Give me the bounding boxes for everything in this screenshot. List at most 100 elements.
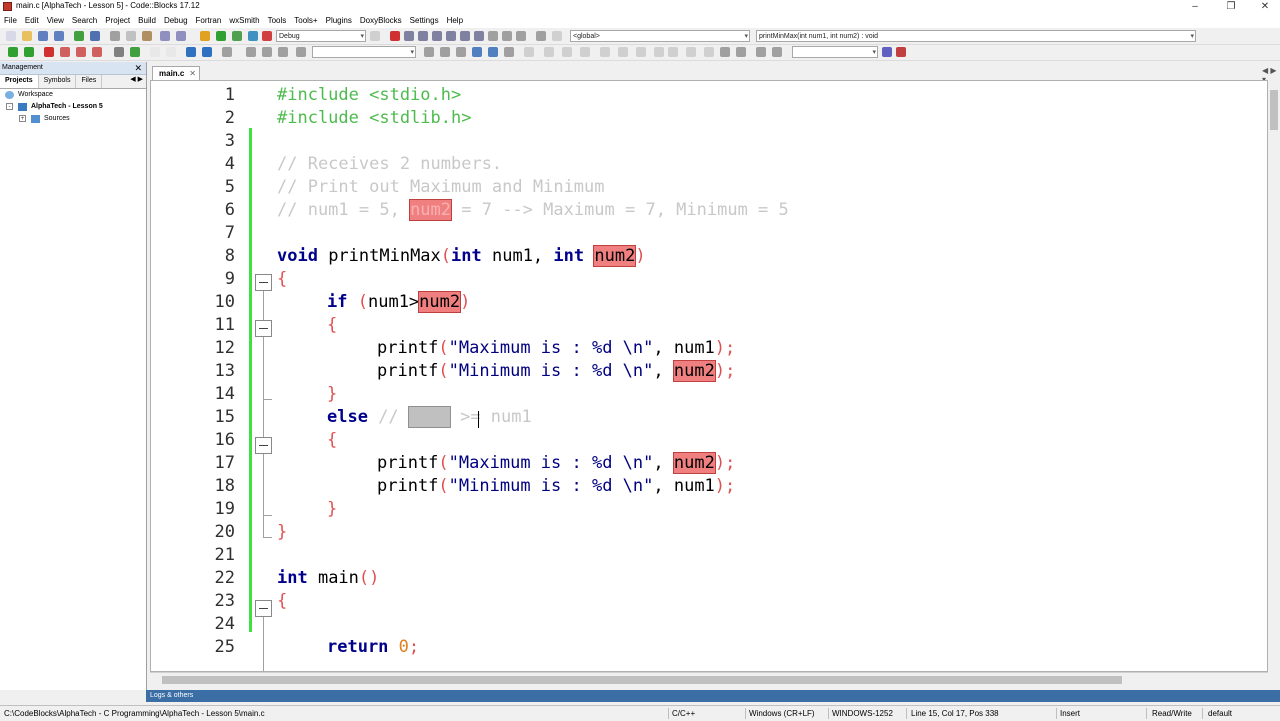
panel-f-icon[interactable] — [636, 47, 646, 57]
menu-search[interactable]: Search — [68, 14, 101, 28]
search-go-icon[interactable] — [882, 47, 892, 57]
break-debugger-icon[interactable] — [488, 31, 498, 41]
menu-view[interactable]: View — [43, 14, 68, 28]
expand-icon[interactable]: + — [19, 115, 26, 122]
jump-next-icon[interactable] — [440, 47, 450, 57]
tree-sources[interactable]: + Sources — [0, 113, 146, 125]
vertical-scrollbar[interactable] — [1268, 80, 1280, 686]
zoom-out-icon[interactable] — [736, 47, 746, 57]
debugging-windows-icon[interactable] — [516, 31, 526, 41]
panel-d-icon[interactable] — [600, 47, 610, 57]
paste-icon[interactable] — [142, 31, 152, 41]
menu-plugins[interactable]: Plugins — [322, 14, 356, 28]
menu-fortran[interactable]: Fortran — [192, 14, 226, 28]
menu-edit[interactable]: Edit — [21, 14, 43, 28]
next-line-icon[interactable] — [418, 31, 428, 41]
doxy-wizard-icon[interactable] — [186, 47, 196, 57]
tools-icon[interactable] — [896, 47, 906, 57]
collapse-icon[interactable]: - — [6, 103, 13, 110]
panel-g-icon[interactable] — [654, 47, 664, 57]
step-out-icon[interactable] — [446, 31, 456, 41]
uncomment-icon[interactable] — [166, 47, 176, 57]
tab-symbols[interactable]: Symbols — [39, 75, 77, 88]
symbol-c-icon[interactable] — [772, 47, 782, 57]
horizontal-scrollbar[interactable] — [150, 672, 1268, 687]
panel-i-icon[interactable] — [686, 47, 696, 57]
find-decl-icon[interactable] — [472, 47, 482, 57]
build-target-select[interactable]: Debug ▾ — [276, 30, 366, 42]
restore-icon[interactable]: ❐ — [1214, 0, 1248, 14]
build-and-run-icon[interactable] — [232, 31, 242, 41]
cut-icon[interactable] — [110, 31, 120, 41]
tree-project[interactable]: - AlphaTech - Lesson 5 — [0, 101, 146, 113]
show-target-dialog-icon[interactable] — [370, 31, 380, 41]
build-icon[interactable] — [200, 31, 210, 41]
back-icon[interactable] — [8, 47, 18, 57]
new-file-icon[interactable] — [6, 31, 16, 41]
menu-project[interactable]: Project — [101, 14, 134, 28]
find-impl-icon[interactable] — [488, 47, 498, 57]
editor-tab-main-c[interactable]: main.c ✕ — [152, 66, 200, 80]
jump-icon[interactable] — [456, 47, 466, 57]
next-instruction-icon[interactable] — [460, 31, 470, 41]
menu-tools-plus[interactable]: Tools+ — [290, 14, 321, 28]
next-match-icon[interactable] — [278, 47, 288, 57]
search-input[interactable]: ▾ — [312, 46, 416, 58]
rebuild-icon[interactable] — [248, 31, 258, 41]
step-into-icon[interactable] — [432, 31, 442, 41]
undo-icon[interactable] — [74, 31, 84, 41]
zoom-in-icon[interactable] — [720, 47, 730, 57]
close-icon[interactable]: ✕ — [134, 62, 142, 74]
code-editor[interactable]: 1 #include <stdio.h> 2 #include <stdlib.h>… — [150, 80, 1268, 672]
function-select[interactable]: printMinMax(int num1, int num2) : void ▾ — [756, 30, 1196, 42]
bookmark-toggle-icon[interactable] — [44, 47, 54, 57]
redo-icon[interactable] — [90, 31, 100, 41]
comment-block-icon[interactable] — [150, 47, 160, 57]
menu-debug[interactable]: Debug — [160, 14, 192, 28]
bookmark-next-icon[interactable] — [76, 47, 86, 57]
minimize-icon[interactable]: – — [1178, 0, 1212, 14]
stop-icon[interactable] — [262, 47, 272, 57]
symbol-s-icon[interactable] — [756, 47, 766, 57]
panel-j-icon[interactable] — [704, 47, 714, 57]
jump-prev-icon[interactable] — [424, 47, 434, 57]
menu-doxyblocks[interactable]: DoxyBlocks — [356, 14, 406, 28]
highlight-icon[interactable] — [114, 47, 124, 57]
stop-debugger-icon[interactable] — [502, 31, 512, 41]
scope-select[interactable]: <global> ▾ — [570, 30, 750, 42]
menu-build[interactable]: Build — [134, 14, 160, 28]
open-file-icon[interactable] — [22, 31, 32, 41]
symbol-select[interactable]: ▾ — [792, 46, 878, 58]
abort-icon[interactable] — [262, 31, 272, 41]
select-icon[interactable] — [524, 47, 534, 57]
pen-icon[interactable] — [222, 47, 232, 57]
copy-icon[interactable] — [126, 31, 136, 41]
run-to-cursor-icon[interactable] — [404, 31, 414, 41]
settings-icon[interactable] — [504, 47, 514, 57]
match-icon[interactable] — [130, 47, 140, 57]
step-into-instruction-icon[interactable] — [474, 31, 484, 41]
scrollbar-thumb[interactable] — [162, 676, 1122, 684]
menu-wxsmith[interactable]: wxSmith — [225, 14, 263, 28]
various-info-icon[interactable] — [536, 31, 546, 41]
bookmark-prev-icon[interactable] — [60, 47, 70, 57]
save-icon[interactable] — [38, 31, 48, 41]
clear-bookmarks-icon[interactable] — [92, 47, 102, 57]
debug-icon[interactable] — [390, 31, 400, 41]
tab-scroll-arrows-icon[interactable]: ◀ ▶ — [130, 75, 143, 83]
replace-icon[interactable] — [176, 31, 186, 41]
menu-settings[interactable]: Settings — [406, 14, 443, 28]
panel-a-icon[interactable] — [544, 47, 554, 57]
jump-back-icon[interactable] — [552, 31, 562, 41]
panel-b-icon[interactable] — [562, 47, 572, 57]
doxy-extract-icon[interactable] — [202, 47, 212, 57]
tab-files[interactable]: Files — [76, 75, 103, 88]
panel-h-icon[interactable] — [668, 47, 678, 57]
close-icon[interactable]: ✕ — [1248, 0, 1280, 14]
prev-match-icon[interactable] — [246, 47, 256, 57]
panel-c-icon[interactable] — [580, 47, 590, 57]
run-icon[interactable] — [216, 31, 226, 41]
tab-projects[interactable]: Projects — [0, 75, 39, 88]
search-options-icon[interactable] — [296, 47, 306, 57]
menu-file[interactable]: File — [0, 14, 21, 28]
